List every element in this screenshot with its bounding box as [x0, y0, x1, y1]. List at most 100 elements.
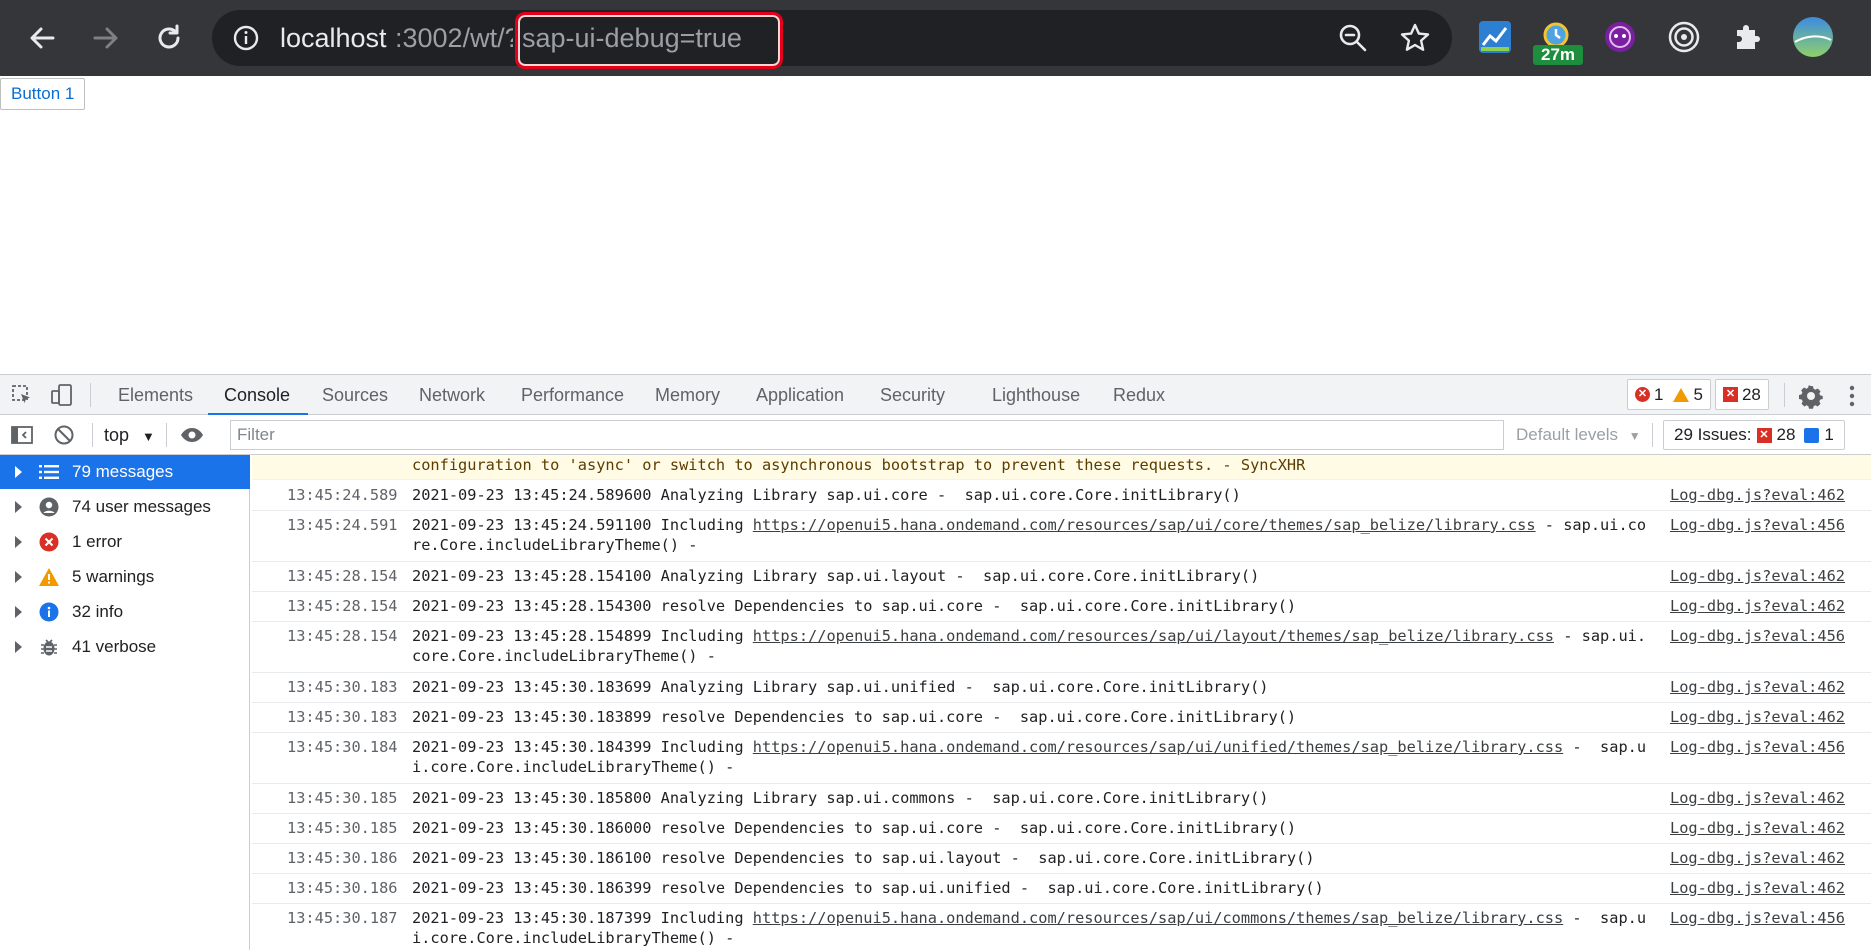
- message-link[interactable]: https://openui5.hana.ondemand.com/resour…: [753, 738, 1563, 756]
- message-text: 2021-09-23 13:45:30.183699 Analyzing Lib…: [412, 678, 1269, 696]
- tab-application[interactable]: Application: [756, 375, 844, 415]
- show-sidebar-icon[interactable]: [10, 423, 34, 447]
- tab-memory[interactable]: Memory: [655, 375, 720, 415]
- bookmark-star-icon[interactable]: [1397, 20, 1433, 56]
- sidebar-item-verbose[interactable]: 41 verbose: [0, 630, 250, 664]
- message-source-link[interactable]: Log-dbg.js?eval:462: [1670, 677, 1845, 697]
- console-filter-bar: top ▼ Default levels ▼ 29 Issues: ✕ 28 1: [0, 415, 1871, 455]
- tab-console[interactable]: Console: [207, 375, 309, 415]
- sidebar-item-user-messages[interactable]: 74 user messages: [0, 490, 250, 524]
- message-counts: ✕ 1 5 ✕ 28: [1627, 379, 1769, 410]
- levels-label: Default levels: [1516, 425, 1619, 444]
- sidebar-label: 1 error: [72, 532, 123, 551]
- tab-elements[interactable]: Elements: [118, 375, 193, 415]
- console-message: 13:45:30.187 2021-09-23 13:45:30.187399 I…: [252, 904, 1871, 950]
- console-message: 13:45:30.185 2021-09-23 13:45:30.186000 r…: [252, 814, 1871, 844]
- tab-performance[interactable]: Performance: [521, 375, 624, 415]
- message-source-link[interactable]: Log-dbg.js?eval:462: [1670, 878, 1845, 898]
- url-query: sap-ui-debug=true: [522, 23, 742, 53]
- error-count: 1: [1654, 384, 1664, 404]
- settings-gear-icon[interactable]: [1798, 383, 1824, 409]
- message-text: 2021-09-23 13:45:30.183899 resolve Depen…: [412, 708, 1297, 726]
- list-icon: [38, 461, 60, 483]
- tab-security[interactable]: Security: [880, 375, 945, 415]
- console-message: 13:45:24.591 2021-09-23 13:45:24.591100 I…: [252, 511, 1871, 562]
- sidebar-item-messages[interactable]: 79 messages: [0, 455, 250, 489]
- console-filter-input[interactable]: [230, 420, 1504, 450]
- message-text-prefix: 2021-09-23 13:45:28.154899 Including: [412, 627, 753, 645]
- dropdown-arrow-icon: ▼: [142, 429, 155, 444]
- console-message: 13:45:28.154 2021-09-23 13:45:28.154100 A…: [252, 562, 1871, 592]
- issues-info-count: 1: [1824, 425, 1834, 444]
- sidebar-label: 5 warnings: [72, 567, 155, 586]
- message-source-link[interactable]: Log-dbg.js?eval:462: [1670, 707, 1845, 727]
- message-source-link[interactable]: Log-dbg.js?eval:462: [1670, 485, 1845, 505]
- issue-info-icon: [1804, 427, 1820, 443]
- inspect-element-icon[interactable]: [10, 383, 34, 407]
- message-source-link[interactable]: Log-dbg.js?eval:456: [1670, 737, 1845, 757]
- devtools-panel: Elements Console Sources Network Perform…: [0, 374, 1871, 950]
- profile-avatar[interactable]: [1790, 14, 1836, 60]
- message-source-link[interactable]: Log-dbg.js?eval:462: [1670, 566, 1845, 586]
- reload-button[interactable]: [149, 18, 189, 58]
- site-info-icon[interactable]: [232, 24, 260, 52]
- error-warning-counter[interactable]: ✕ 1 5: [1627, 379, 1711, 410]
- message-source-link[interactable]: Log-dbg.js?eval:462: [1670, 848, 1845, 868]
- button-1[interactable]: Button 1: [0, 78, 86, 110]
- sidebar-item-warnings[interactable]: 5 warnings: [0, 560, 250, 594]
- log-levels-dropdown[interactable]: Default levels ▼: [1516, 423, 1641, 448]
- more-options-icon[interactable]: [1842, 383, 1862, 409]
- message-timestamp: 13:45:30.186: [287, 879, 398, 897]
- tab-sources[interactable]: Sources: [322, 375, 388, 415]
- live-expression-eye-icon[interactable]: [180, 423, 204, 447]
- user-icon: [38, 496, 60, 518]
- clear-console-icon[interactable]: [52, 423, 76, 447]
- message-timestamp: 13:45:30.184: [287, 738, 398, 756]
- message-source-link[interactable]: Log-dbg.js?eval:462: [1670, 788, 1845, 808]
- message-text: 2021-09-23 13:45:24.591100 Including htt…: [412, 515, 1652, 555]
- message-source-link[interactable]: Log-dbg.js?eval:462: [1670, 818, 1845, 838]
- page-content: Button 1: [0, 76, 1871, 374]
- tab-network[interactable]: Network: [419, 375, 485, 415]
- console-message: 13:45:30.183 2021-09-23 13:45:30.183699 A…: [252, 673, 1871, 703]
- device-toolbar-icon[interactable]: [50, 383, 74, 407]
- message-timestamp: 13:45:30.185: [287, 819, 398, 837]
- chart-extension-icon[interactable]: [1472, 14, 1518, 60]
- toolbar-divider: [92, 423, 93, 447]
- target-extension-icon[interactable]: [1661, 14, 1707, 60]
- bug-icon: [38, 636, 60, 658]
- warning-icon: [38, 566, 60, 588]
- tab-lighthouse[interactable]: Lighthouse: [992, 375, 1080, 415]
- message-text: 2021-09-23 13:45:28.154300 resolve Depen…: [412, 597, 1297, 615]
- zoom-out-icon[interactable]: [1335, 20, 1371, 56]
- sidebar-item-info[interactable]: 32 info: [0, 595, 250, 629]
- back-button[interactable]: [22, 18, 62, 58]
- sidebar-label: 79 messages: [72, 462, 174, 481]
- context-selector[interactable]: top ▼: [104, 423, 155, 449]
- expand-arrow-icon: [15, 571, 22, 583]
- warning-message-tail: configuration to 'async' or switch to as…: [252, 455, 1871, 480]
- message-link[interactable]: https://openui5.hana.ondemand.com/resour…: [753, 516, 1536, 534]
- message-text-prefix: 2021-09-23 13:45:30.187399 Including: [412, 909, 753, 927]
- console-message: 13:45:30.186 2021-09-23 13:45:30.186100 r…: [252, 844, 1871, 874]
- message-link[interactable]: https://openui5.hana.ondemand.com/resour…: [753, 909, 1563, 927]
- message-source-link[interactable]: Log-dbg.js?eval:462: [1670, 596, 1845, 616]
- console-message: 13:45:28.154 2021-09-23 13:45:28.154899 I…: [252, 622, 1871, 673]
- message-source-link[interactable]: Log-dbg.js?eval:456: [1670, 908, 1845, 928]
- forward-arrow-icon: [93, 27, 118, 49]
- message-link[interactable]: https://openui5.hana.ondemand.com/resour…: [753, 627, 1554, 645]
- issues-label: 29 Issues:: [1674, 425, 1752, 444]
- extensions-puzzle-icon[interactable]: [1725, 14, 1771, 60]
- forward-button[interactable]: [86, 18, 126, 58]
- message-timestamp: 13:45:24.591: [287, 516, 398, 534]
- message-source-link[interactable]: Log-dbg.js?eval:456: [1670, 626, 1845, 646]
- issues-button[interactable]: 29 Issues: ✕ 28 1: [1663, 420, 1845, 450]
- message-text: 2021-09-23 13:45:30.186000 resolve Depen…: [412, 819, 1297, 837]
- robot-extension-icon[interactable]: [1597, 14, 1643, 60]
- sidebar-item-errors[interactable]: 1 error: [0, 525, 250, 559]
- tab-redux[interactable]: Redux: [1113, 375, 1165, 415]
- message-source-link[interactable]: Log-dbg.js?eval:456: [1670, 515, 1845, 535]
- console-message: 13:45:28.154 2021-09-23 13:45:28.154300 r…: [252, 592, 1871, 622]
- issue-error-icon: ✕: [1756, 427, 1772, 443]
- issues-counter[interactable]: ✕ 28: [1714, 379, 1769, 410]
